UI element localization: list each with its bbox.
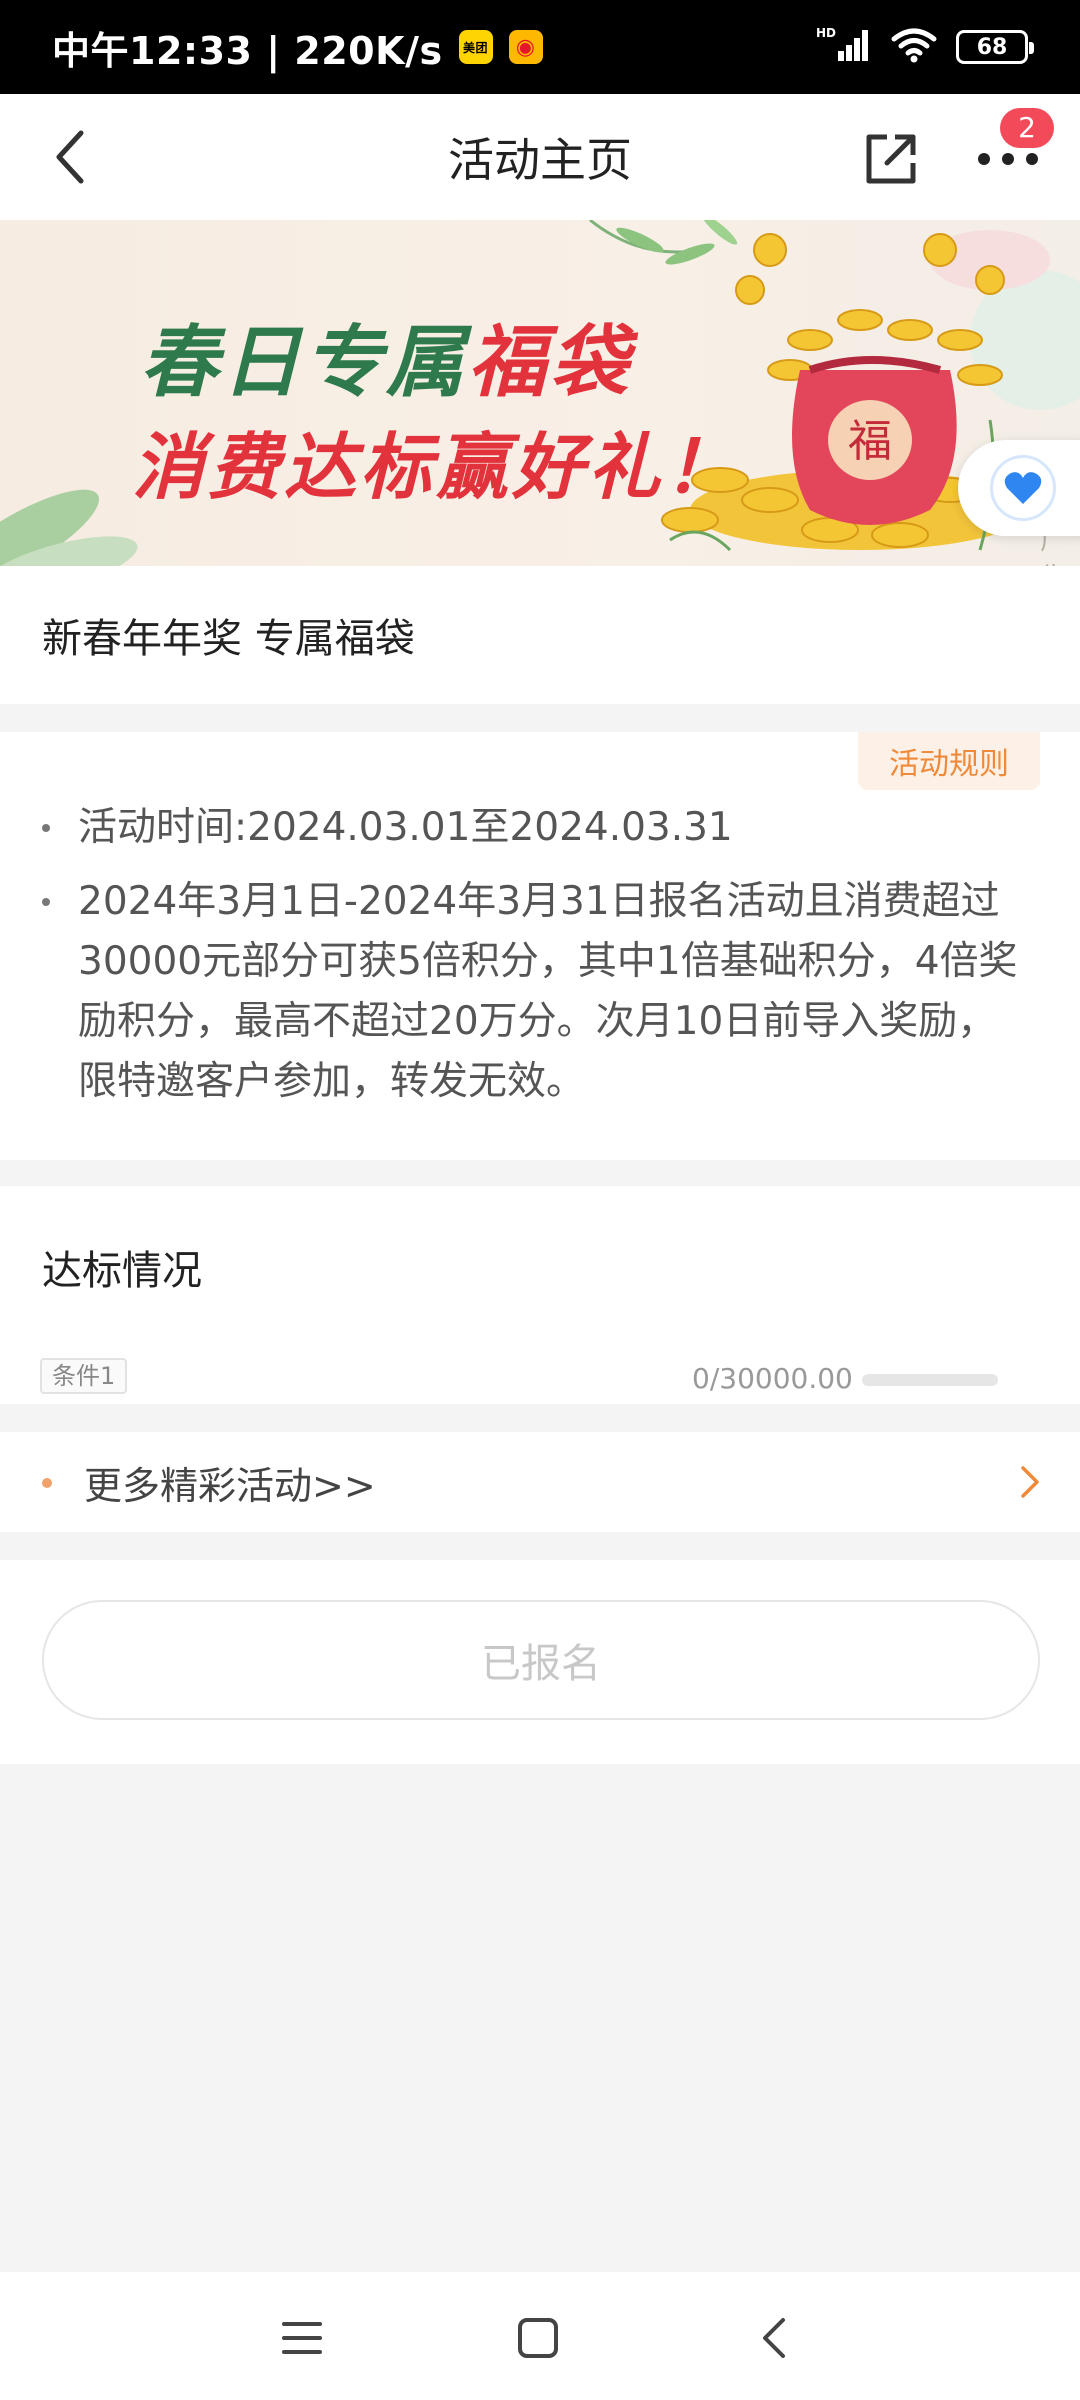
promo-banner[interactable]: 福 春日专属福袋 消费达标赢好礼！ 广告 <box>0 220 1080 566</box>
more-activities-label: 更多精彩活动>> <box>84 1463 376 1508</box>
hd-label: HD <box>816 26 836 40</box>
favorite-button[interactable] <box>958 440 1080 536</box>
banner-headline: 春日专属福袋 <box>140 300 632 412</box>
rule-item: 2024年3月1日-2024年3月31日报名活动且消费超过30000元部分可获5… <box>42 872 1032 1112</box>
status-right: HD 68 <box>816 25 1034 69</box>
home-square-icon <box>518 2318 558 2358</box>
battery-icon: 68 <box>956 30 1034 64</box>
register-area: 已报名 <box>0 1560 1080 1764</box>
more-dots-icon <box>978 153 1038 165</box>
share-icon <box>866 134 916 184</box>
status-left: 中午12:33 | 220K/s 美团 ◉ <box>52 20 543 75</box>
heart-icon <box>1004 472 1042 504</box>
system-back-button[interactable] <box>742 2306 806 2370</box>
bullet-dot <box>42 898 50 906</box>
home-button[interactable] <box>506 2306 570 2370</box>
status-time-speed: 中午12:33 | 220K/s <box>52 28 443 73</box>
banner-headline-part1: 春日专属 <box>140 318 469 408</box>
rule-text-time: 活动时间:2024.03.01至2024.03.31 <box>78 805 733 850</box>
rules-card: 活动规则 活动时间:2024.03.01至2024.03.31 2024年3月1… <box>0 732 1080 1160</box>
menu-icon <box>282 2322 322 2354</box>
banner-subheadline: 消费达标赢好礼！ <box>132 425 741 509</box>
rule-text-detail: 2024年3月1日-2024年3月31日报名活动且消费超过30000元部分可获5… <box>78 879 1018 1104</box>
progress-bar <box>862 1374 998 1386</box>
registered-button[interactable]: 已报名 <box>42 1600 1040 1720</box>
more-activities-row[interactable]: 更多精彩活动>> <box>0 1432 1080 1532</box>
nav-bar: 活动主页 2 <box>0 94 1080 220</box>
progress-title: 达标情况 <box>42 1248 202 1294</box>
bullet-dot <box>42 824 50 832</box>
system-nav-bar <box>0 2272 1080 2400</box>
meituan-app-icon: 美团 <box>458 30 493 64</box>
share-button[interactable] <box>856 124 926 194</box>
notification-badge: 2 <box>1000 108 1054 148</box>
activity-title: 新春年年奖 专属福袋 <box>42 616 415 662</box>
menu-button[interactable] <box>270 2306 334 2370</box>
status-bar: 中午12:33 | 220K/s 美团 ◉ HD 68 <box>0 0 1080 94</box>
wifi-icon <box>890 25 938 69</box>
progress-card: 达标情况 条件1 0/30000.00 <box>0 1186 1080 1404</box>
rule-item: 活动时间:2024.03.01至2024.03.31 <box>42 798 1032 858</box>
banner-headline-part2: 福袋 <box>468 318 633 408</box>
condition-tag: 条件1 <box>40 1358 128 1394</box>
rules-button[interactable]: 活动规则 <box>858 732 1040 790</box>
bullet-dot <box>42 1478 52 1488</box>
signal-icon: HD <box>816 25 872 69</box>
activity-title-card: 新春年年奖 专属福袋 <box>0 566 1080 704</box>
weibo-app-icon: ◉ <box>508 30 543 64</box>
chevron-right-icon <box>1010 1462 1050 1502</box>
banner-bag-char: 福 <box>848 416 892 467</box>
progress-value: 0/30000.00 <box>692 1362 853 1395</box>
favorite-circle <box>990 455 1056 521</box>
back-chevron-icon <box>763 2318 785 2358</box>
